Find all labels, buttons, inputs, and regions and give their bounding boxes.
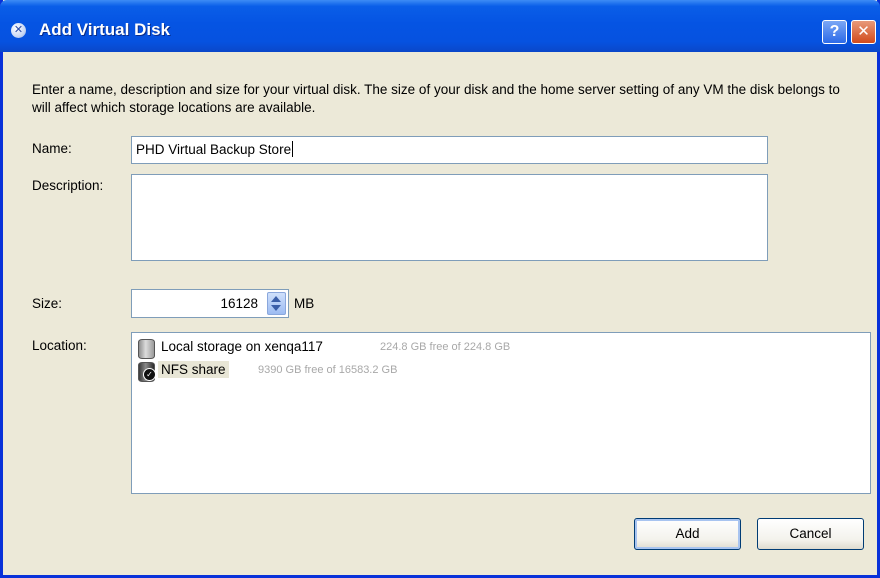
- location-free-space: 224.8 GB free of 224.8 GB: [380, 341, 511, 353]
- location-label: Location:: [32, 338, 87, 353]
- spin-up-icon[interactable]: [271, 296, 281, 302]
- size-unit: MB: [294, 296, 315, 311]
- dialog-title: Add Virtual Disk: [39, 20, 170, 39]
- name-value: PHD Virtual Backup Store: [136, 142, 292, 157]
- name-input[interactable]: PHD Virtual Backup Store: [131, 136, 768, 164]
- location-item-nfs-share[interactable]: ✓ NFS share 9390 GB free of 16583.2 GB: [138, 360, 558, 382]
- location-list[interactable]: Local storage on xenqa117 224.8 GB free …: [131, 332, 871, 494]
- location-free-space: 9390 GB free of 16583.2 GB: [258, 364, 398, 376]
- location-name: Local storage on xenqa117: [161, 339, 323, 354]
- description-label: Description:: [32, 178, 104, 193]
- size-spinner[interactable]: [267, 292, 286, 315]
- close-button[interactable]: ✕: [851, 20, 876, 44]
- instruction-text: Enter a name, description and size for y…: [32, 82, 840, 115]
- title-bar[interactable]: ✕ Add Virtual Disk ? ✕: [0, 0, 880, 52]
- description-input[interactable]: [131, 174, 768, 261]
- location-name: NFS share: [158, 361, 229, 378]
- add-button[interactable]: Add: [634, 518, 741, 550]
- add-virtual-disk-dialog: ✕ Add Virtual Disk ? ✕ Enter a name, des…: [0, 0, 880, 578]
- help-button[interactable]: ?: [822, 20, 847, 44]
- cancel-button[interactable]: Cancel: [757, 518, 864, 550]
- name-label: Name:: [32, 141, 72, 156]
- text-caret: [292, 141, 294, 157]
- size-label: Size:: [32, 296, 63, 311]
- local-storage-icon: [138, 339, 155, 359]
- size-value: 16128: [220, 296, 258, 311]
- location-item-local-storage[interactable]: Local storage on xenqa117 224.8 GB free …: [138, 337, 558, 359]
- spin-down-icon[interactable]: [271, 305, 281, 311]
- app-icon: ✕: [11, 23, 26, 38]
- check-icon: ✓: [143, 368, 156, 381]
- size-stepper[interactable]: 16128: [131, 289, 289, 318]
